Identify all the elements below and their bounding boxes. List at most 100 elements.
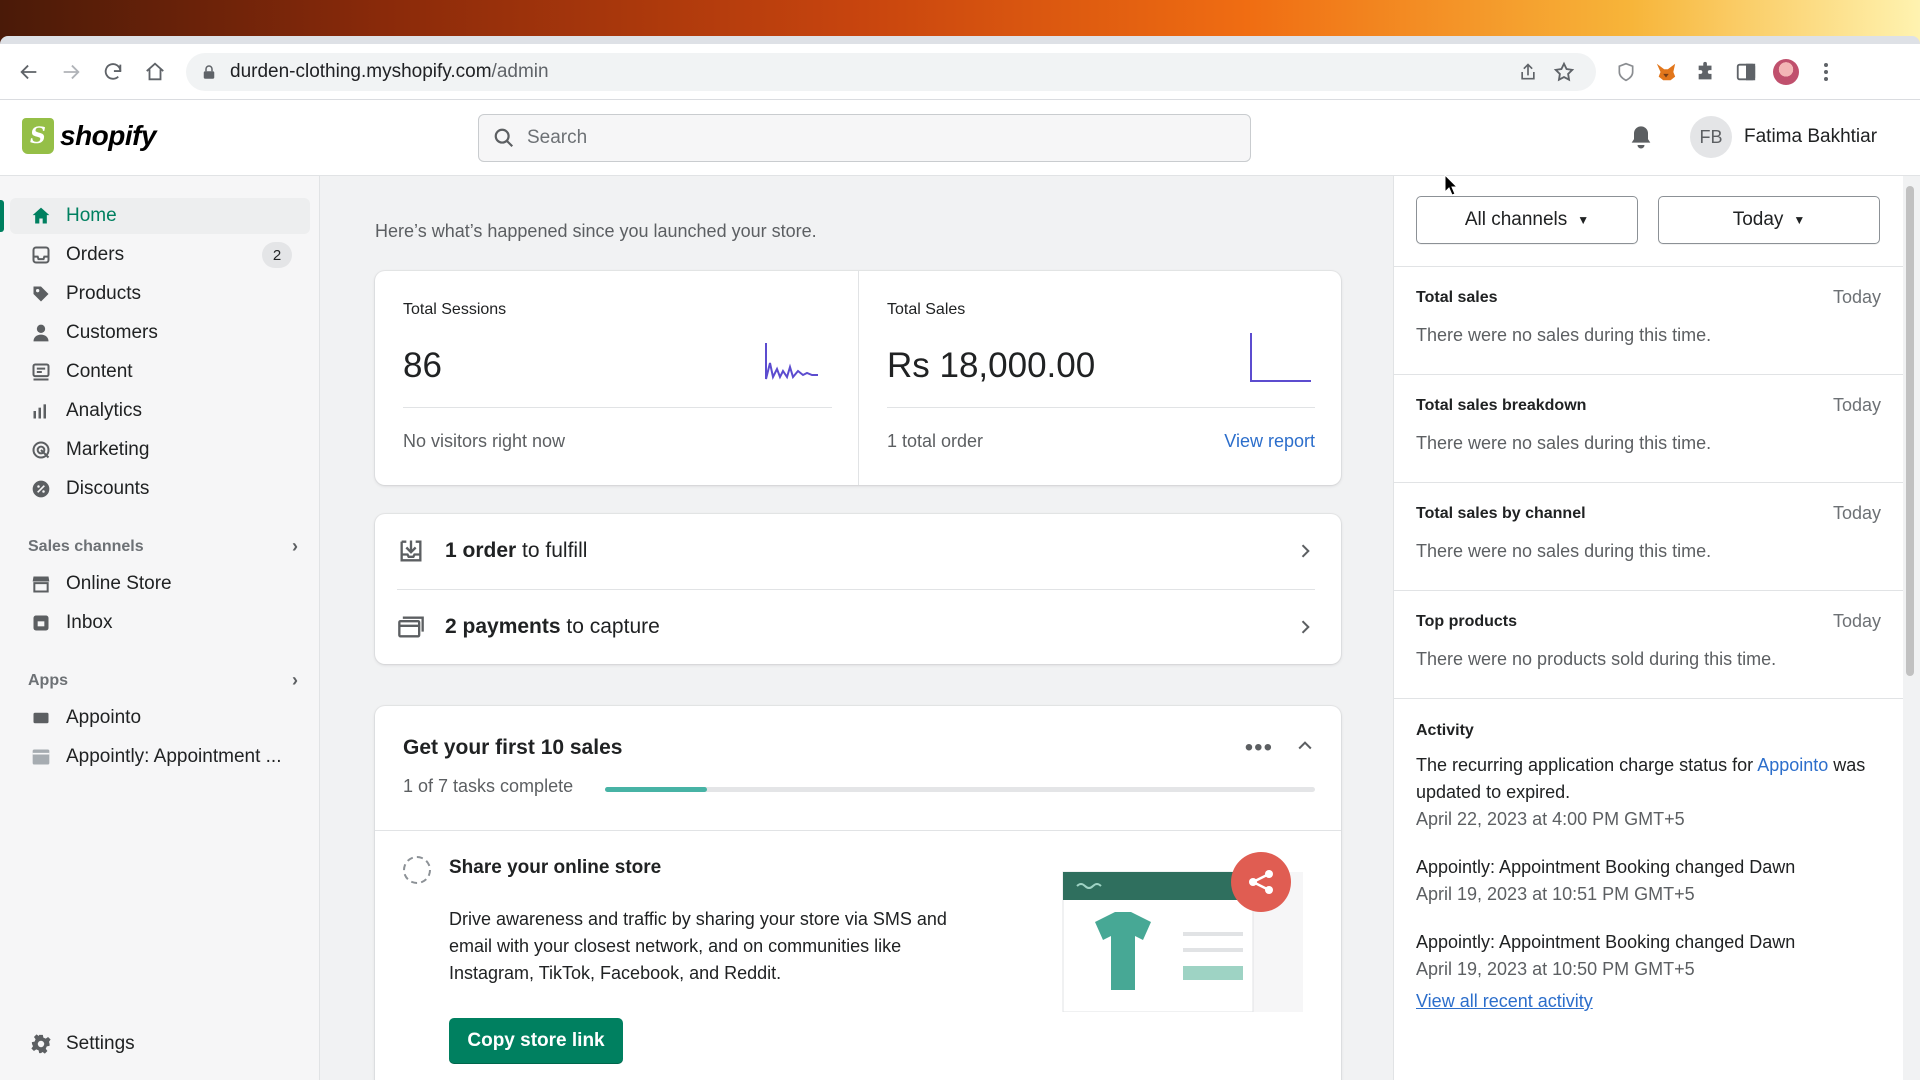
- user-menu[interactable]: FB Fatima Bakhtiar: [1690, 116, 1877, 158]
- view-all-activity-link[interactable]: View all recent activity: [1416, 991, 1593, 1012]
- tab-strip: [0, 36, 1920, 44]
- activity-text: Appointly: Appointment Booking changed D…: [1416, 932, 1796, 952]
- right-panel: All channels ▼ Today ▼ Total sales Today…: [1393, 176, 1903, 1080]
- chevron-right-icon: ›: [292, 670, 298, 690]
- total-sales-section[interactable]: Total sales Today There were no sales du…: [1394, 266, 1903, 374]
- date-filter-select[interactable]: Today ▼: [1658, 196, 1880, 244]
- chevron-up-icon[interactable]: [1295, 736, 1315, 756]
- appointo-link[interactable]: Appointo: [1757, 755, 1828, 775]
- home-icon[interactable]: [134, 51, 176, 93]
- menu-icon[interactable]: [1806, 52, 1846, 92]
- puzzle-icon[interactable]: [1686, 52, 1726, 92]
- section-title: Total sales breakdown: [1416, 397, 1587, 414]
- sidebar-item-content[interactable]: Content: [10, 354, 310, 390]
- profile-icon[interactable]: [1766, 52, 1806, 92]
- metric-value: Rs 18,000.00: [887, 346, 1096, 385]
- apps-header[interactable]: Apps ›: [28, 670, 298, 691]
- person-icon: [30, 322, 52, 344]
- channel-filter-select[interactable]: All channels ▼: [1416, 196, 1638, 244]
- download-box-icon: [400, 540, 422, 562]
- shopify-logo[interactable]: S shopify: [22, 118, 157, 154]
- shopify-bag-icon: S: [22, 118, 54, 154]
- tag-icon: [30, 283, 52, 305]
- sidebar-item-discounts[interactable]: Discounts: [10, 471, 310, 507]
- url-host: durden-clothing.myshopify.com: [230, 60, 492, 82]
- sales-metric[interactable]: Total Sales Rs 18,000.00 1 total order V…: [858, 271, 1341, 485]
- sidebar-item-label: Home: [66, 205, 117, 226]
- sidebar-item-marketing[interactable]: Marketing: [10, 432, 310, 468]
- fox-icon[interactable]: [1646, 52, 1686, 92]
- task-text: 2 payments to capture: [445, 615, 660, 639]
- back-icon[interactable]: [8, 51, 50, 93]
- sidebar-item-appointo[interactable]: Appointo: [10, 700, 310, 736]
- sidebar-item-online-store[interactable]: Online Store: [10, 566, 310, 602]
- page-scrollbar[interactable]: [1906, 186, 1914, 676]
- sidebar-item-settings[interactable]: Settings: [10, 1026, 310, 1062]
- sales-by-channel-section[interactable]: Total sales by channel Today There were …: [1394, 482, 1903, 590]
- pending-tasks-card: 1 order to fulfill 2 payments to capture: [375, 514, 1341, 664]
- reload-icon[interactable]: [92, 51, 134, 93]
- sidebar-item-analytics[interactable]: Analytics: [10, 393, 310, 429]
- sidebar-item-appointly[interactable]: Appointly: Appointment ...: [10, 739, 310, 775]
- fulfill-orders-row[interactable]: 1 order to fulfill: [375, 514, 1341, 588]
- activity-title: Activity: [1416, 722, 1474, 739]
- sidebar-item-label: Discounts: [66, 478, 150, 499]
- content-icon: [30, 361, 52, 383]
- setup-progress-text: 1 of 7 tasks complete: [403, 776, 574, 796]
- sessions-sparkline: [765, 343, 818, 380]
- top-products-section[interactable]: Top products Today There were no product…: [1394, 590, 1903, 698]
- section-label: Sales channels: [28, 537, 144, 555]
- section-body: There were no sales during this time.: [1416, 325, 1712, 345]
- sales-channels-header[interactable]: Sales channels ›: [28, 536, 298, 557]
- more-options-icon[interactable]: •••: [1245, 734, 1273, 762]
- section-body: There were no sales during this time.: [1416, 433, 1712, 453]
- view-report-link[interactable]: View report: [1224, 431, 1315, 452]
- star-icon[interactable]: [1546, 54, 1582, 90]
- sidebar-item-home[interactable]: Home: [10, 198, 310, 234]
- step-status-icon[interactable]: [403, 856, 431, 884]
- sidebar-item-label: Orders: [66, 244, 125, 265]
- task-rest: to capture: [560, 615, 660, 638]
- copy-store-link-button[interactable]: Copy store link: [449, 1018, 623, 1064]
- calendar-icon: [30, 746, 52, 768]
- logo-text: shopify: [60, 120, 157, 151]
- lock-icon: [203, 64, 215, 79]
- step-title[interactable]: Share your online store: [449, 857, 661, 879]
- sidebar-item-customers[interactable]: Customers: [10, 315, 310, 351]
- activity-text: Appointly: Appointment Booking changed D…: [1416, 857, 1796, 877]
- section-date: Today: [1832, 395, 1881, 415]
- sidebar-item-label: Products: [66, 283, 141, 304]
- home-icon: [30, 205, 52, 227]
- sidebar-item-products[interactable]: Products: [10, 276, 310, 312]
- search-bar[interactable]: [478, 114, 1251, 162]
- capture-payments-row[interactable]: 2 payments to capture: [375, 590, 1341, 664]
- metric-divider: [887, 407, 1315, 408]
- sidebar-item-label: Appointly: Appointment ...: [66, 746, 282, 767]
- sidebar-item-inbox[interactable]: Inbox: [10, 605, 310, 641]
- shield-icon[interactable]: [1606, 52, 1646, 92]
- sidepanel-icon[interactable]: [1726, 52, 1766, 92]
- address-bar[interactable]: durden-clothing.myshopify.com/admin: [186, 52, 1596, 91]
- metric-divider: [403, 407, 832, 408]
- metric-label: Total Sessions: [403, 301, 507, 318]
- setup-progress-bar: [605, 787, 1315, 792]
- inbox-icon: [30, 612, 52, 634]
- sessions-metric[interactable]: Total Sessions 86 No visitors right now: [375, 271, 858, 485]
- url-text: durden-clothing.myshopify.com/admin: [230, 61, 549, 83]
- sidebar-item-label: Marketing: [66, 439, 150, 460]
- sidebar-item-label: Content: [66, 361, 133, 382]
- forward-icon[interactable]: [50, 51, 92, 93]
- activity-item: Appointly: Appointment Booking changed D…: [1416, 929, 1886, 983]
- sidebar-item-orders[interactable]: Orders 2: [10, 237, 310, 273]
- bell-icon[interactable]: [1627, 124, 1655, 152]
- chevron-right-icon: [1301, 544, 1310, 558]
- share-icon[interactable]: [1510, 54, 1546, 90]
- search-input[interactable]: [527, 127, 1207, 149]
- target-icon: [30, 439, 52, 461]
- section-body: There were no products sold during this …: [1416, 649, 1777, 669]
- activity-divider: [1394, 698, 1903, 699]
- sales-breakdown-section[interactable]: Total sales breakdown Today There were n…: [1394, 374, 1903, 482]
- search-icon: [494, 128, 514, 148]
- sidebar-item-label: Inbox: [66, 612, 113, 633]
- active-indicator: [0, 200, 4, 232]
